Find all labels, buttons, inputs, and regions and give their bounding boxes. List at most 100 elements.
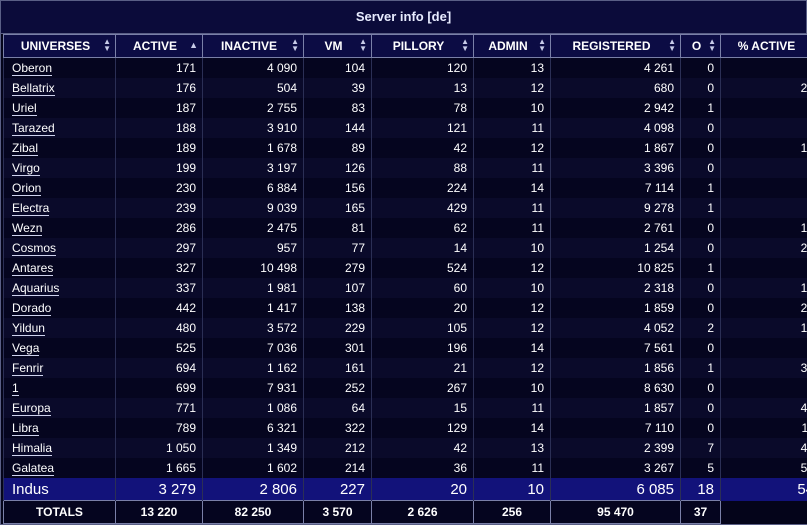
table-row: Europa 7711 0866415111 857042 (3, 398, 807, 418)
universe-link[interactable]: 1 (12, 381, 19, 396)
column-header-vm[interactable]: VM ▲ ▼ (303, 34, 372, 58)
universe-link[interactable]: Tarazed (12, 121, 55, 136)
server-info-panel: Server info [de] UNIVERSES ▲ ▼ ACTIVE ▲ INA… (0, 0, 807, 525)
value-cell-active: 3 (720, 258, 807, 278)
value-cell-pillory: 105 (371, 318, 474, 338)
value-cell-vm: 3 570 (303, 500, 372, 524)
universe-link[interactable]: Cosmos (12, 241, 57, 256)
table-row: Bellatrix 176504391312680026 (3, 78, 807, 98)
value-cell-o: 0 (680, 218, 721, 238)
universe-link[interactable]: Wezn (12, 221, 43, 236)
column-header-o[interactable]: O ▲ ▼ (680, 34, 721, 58)
column-header-percent-active[interactable]: % ACTIVE▲▼ (720, 34, 807, 58)
value-cell-o: 5 (680, 458, 721, 478)
universe-link[interactable]: Aquarius (12, 281, 60, 296)
universes-table: UNIVERSES ▲ ▼ ACTIVE ▲ INACTIVE ▲ ▼ VM ▲ ▼ PILL… (3, 34, 807, 524)
value-cell-registered: 10 825 (550, 258, 681, 278)
universe-link[interactable]: Antares (12, 261, 54, 276)
universe-link[interactable]: Uriel (12, 101, 37, 116)
table-row: Vega 5257 036301196147 56107 (3, 338, 807, 358)
value-cell-vm: 322 (303, 418, 372, 438)
universe-link[interactable]: Himalia (12, 441, 53, 456)
value-cell-inactive: 2 806 (202, 478, 304, 501)
table-row: Electra 2399 039165429119 27813 (3, 198, 807, 218)
value-cell-inactive: 3 197 (202, 158, 304, 178)
value-cell-active: 11 (720, 418, 807, 438)
table-row: Virgo 1993 19712688113 39606 (3, 158, 807, 178)
value-cell-inactive: 6 321 (202, 418, 304, 438)
column-header-universes[interactable]: UNIVERSES ▲ ▼ (3, 34, 116, 58)
universe-link[interactable]: Bellatrix (12, 81, 55, 96)
universe-link[interactable]: Oberon (12, 61, 53, 76)
sort-arrows-icon: ▲ ▼ (668, 37, 676, 53)
value-cell-active: 42 (720, 398, 807, 418)
value-cell-registered: 1 857 (550, 398, 681, 418)
value-cell-active: 10 (720, 138, 807, 158)
value-cell-o: 2 (680, 318, 721, 338)
value-cell-pillory: 120 (371, 57, 474, 78)
universe-name-cell: Vega (3, 338, 116, 358)
table-row: Aquarius 3371 98110760102 318015 (3, 278, 807, 298)
value-cell-inactive: 4 090 (202, 57, 304, 78)
value-cell-vm: 156 (303, 178, 372, 198)
universe-name-cell: Tarazed (3, 118, 116, 138)
value-cell-vm: 144 (303, 118, 372, 138)
column-header-inactive[interactable]: INACTIVE ▲ ▼ (202, 34, 304, 58)
column-header-pillory[interactable]: PILLORY ▲ ▼ (371, 34, 474, 58)
value-cell-inactive: 82 250 (202, 500, 304, 524)
universe-link[interactable]: Electra (12, 201, 50, 216)
value-cell-registered: 2 761 (550, 218, 681, 238)
value-cell-registered: 4 261 (550, 57, 681, 78)
value-cell-active: 699 (115, 378, 203, 398)
value-cell-registered: 1 859 (550, 298, 681, 318)
value-cell-active: 771 (115, 398, 203, 418)
value-cell-pillory: 21 (371, 358, 474, 378)
value-cell-pillory: 42 (371, 438, 474, 458)
universe-name-cell: Zibal (3, 138, 116, 158)
universe-link[interactable]: Yildun (12, 321, 45, 336)
value-cell-active: 6 (720, 158, 807, 178)
value-cell-registered: 1 856 (550, 358, 681, 378)
value-cell-pillory: 524 (371, 258, 474, 278)
universe-link[interactable]: Virgo (12, 161, 40, 176)
value-cell-inactive: 1 678 (202, 138, 304, 158)
value-cell-active: 12 (720, 318, 807, 338)
universe-link[interactable]: Zibal (12, 141, 39, 156)
value-cell-admin: 10 (473, 378, 551, 398)
table-row: Dorado 4421 41713820121 859024 (3, 298, 807, 318)
universe-link[interactable]: Galatea (12, 461, 55, 476)
value-cell-pillory: 36 (371, 458, 474, 478)
universe-name-cell: Oberon (3, 57, 116, 78)
value-cell-active: 24 (720, 298, 807, 318)
value-cell-active: 480 (115, 318, 203, 338)
universe-link[interactable]: Orion (12, 181, 42, 196)
value-cell-inactive: 3 910 (202, 118, 304, 138)
column-header-active[interactable]: ACTIVE ▲ (115, 34, 203, 58)
column-header-admin[interactable]: ADMIN ▲ ▼ (473, 34, 551, 58)
value-cell-vm: 165 (303, 198, 372, 218)
universe-link[interactable]: Europa (12, 401, 51, 416)
column-header-registered[interactable]: REGISTERED ▲ ▼ (550, 34, 681, 58)
value-cell-inactive: 504 (202, 78, 304, 98)
table-row: Zibal 1891 6788942121 867010 (3, 138, 807, 158)
universe-name-cell: Orion (3, 178, 116, 198)
value-cell-active: 176 (115, 78, 203, 98)
universe-link[interactable]: Vega (12, 341, 40, 356)
universe-link[interactable]: Dorado (12, 301, 52, 316)
universe-link[interactable]: Libra (12, 421, 39, 436)
universe-name-cell: Wezn (3, 218, 116, 238)
universe-name-cell: Libra (3, 418, 116, 438)
value-cell-admin: 12 (473, 258, 551, 278)
sort-arrows-icon: ▲ ▼ (359, 37, 367, 53)
universe-name-cell: Himalia (3, 438, 116, 458)
value-cell-inactive: 1 417 (202, 298, 304, 318)
universe-name-cell: Bellatrix (3, 78, 116, 98)
value-cell-registered: 1 867 (550, 138, 681, 158)
universe-link[interactable]: Fenrir (12, 361, 44, 376)
universe-name-cell: Indus (3, 478, 116, 501)
value-cell-o: 18 (680, 478, 721, 501)
table-row: Orion 2306 884156224147 11413 (3, 178, 807, 198)
value-cell-registered: 8 630 (550, 378, 681, 398)
value-cell-admin: 12 (473, 358, 551, 378)
value-cell-pillory: 224 (371, 178, 474, 198)
